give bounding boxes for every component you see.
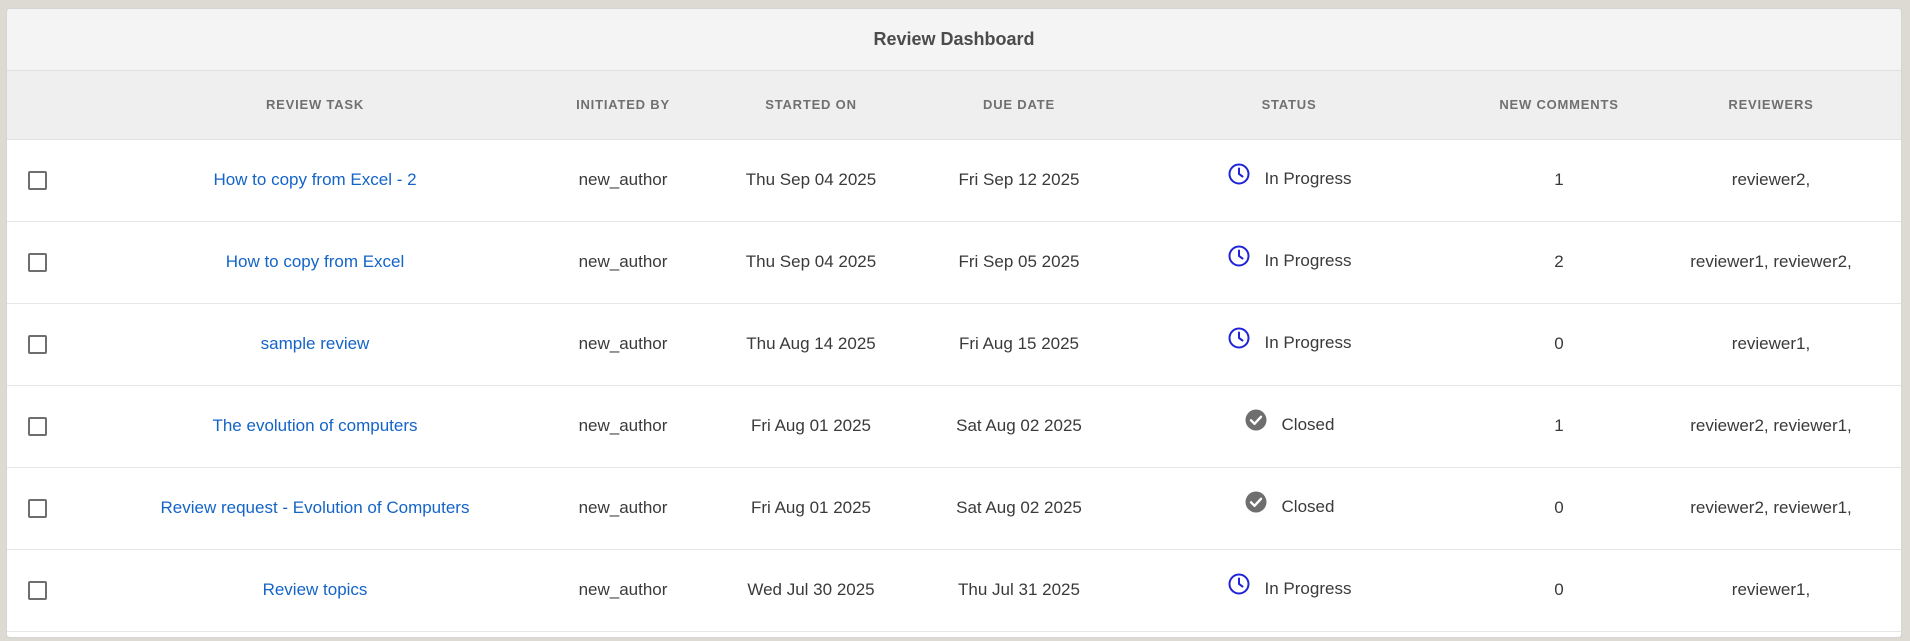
review-table: REVIEW TASK INITIATED BY STARTED ON DUE …	[7, 71, 1901, 632]
started-on-cell: Thu Aug 14 2025	[746, 334, 876, 353]
dashboard-title: Review Dashboard	[873, 29, 1035, 49]
status-indicator: Closed	[1244, 409, 1335, 435]
row-checkbox[interactable]	[28, 581, 47, 600]
due-date-cell: Thu Jul 31 2025	[958, 580, 1080, 599]
row-checkbox[interactable]	[28, 253, 47, 272]
status-indicator: In Progress	[1227, 245, 1352, 271]
review-task-link[interactable]: The evolution of computers	[212, 416, 417, 435]
new-comments-cell: 0	[1554, 580, 1564, 599]
table-row[interactable]: Review topics new_author Wed Jul 30 2025 Th…	[7, 549, 1901, 631]
checkmark-circle-icon	[1244, 490, 1268, 514]
due-date-cell: Fri Sep 12 2025	[958, 170, 1080, 189]
started-on-cell: Wed Jul 30 2025	[747, 580, 875, 599]
clock-icon	[1227, 162, 1251, 186]
review-task-cell: How to copy from Excel - 2	[67, 139, 563, 221]
due-date-cell: Fri Aug 15 2025	[958, 334, 1080, 353]
status-label: Closed	[1281, 497, 1335, 516]
status-label: In Progress	[1264, 169, 1352, 188]
review-task-cell: Review topics	[67, 549, 563, 631]
status-cell: Closed	[1099, 385, 1479, 467]
new-comments-cell: 1	[1554, 170, 1564, 189]
status-label: Closed	[1281, 415, 1335, 434]
new-comments-cell: 0	[1554, 334, 1564, 353]
status-indicator: Closed	[1244, 491, 1335, 517]
status-indicator: In Progress	[1227, 573, 1352, 599]
initiated-by-cell: new_author	[578, 580, 668, 599]
initiated-by-cell: new_author	[578, 334, 668, 353]
status-cell: In Progress	[1099, 221, 1479, 303]
review-task-link[interactable]: Review topics	[263, 580, 368, 599]
checkmark-circle-icon	[1244, 408, 1268, 432]
table-row[interactable]: How to copy from Excel new_author Thu Sep …	[7, 221, 1901, 303]
table-row[interactable]: Review request - Evolution of Computers n…	[7, 467, 1901, 549]
due-date-cell: Fri Sep 05 2025	[958, 252, 1080, 271]
review-task-link[interactable]: How to copy from Excel - 2	[213, 170, 416, 189]
header-reviewers[interactable]: REVIEWERS	[1639, 71, 1901, 140]
reviewers-cell: reviewer2,	[1731, 170, 1811, 189]
reviewers-cell: reviewer1, reviewer2,	[1690, 252, 1852, 271]
clock-icon	[1227, 244, 1251, 268]
initiated-by-cell: new_author	[578, 498, 668, 517]
status-label: In Progress	[1264, 579, 1352, 598]
started-on-cell: Thu Sep 04 2025	[745, 170, 877, 189]
started-on-cell: Fri Aug 01 2025	[750, 498, 872, 517]
row-select-cell	[7, 549, 67, 631]
review-task-link[interactable]: How to copy from Excel	[226, 252, 405, 271]
header-initiated-by[interactable]: INITIATED BY	[563, 71, 683, 140]
table-row[interactable]: The evolution of computers new_author Fri …	[7, 385, 1901, 467]
table-header-row: REVIEW TASK INITIATED BY STARTED ON DUE …	[7, 71, 1901, 140]
review-dashboard-panel: Review Dashboard REVIEW TASK INITIATED B…	[6, 8, 1902, 638]
table-row[interactable]: sample review new_author Thu Aug 14 2025 Fr…	[7, 303, 1901, 385]
status-cell: In Progress	[1099, 139, 1479, 221]
row-checkbox[interactable]	[28, 417, 47, 436]
review-task-cell: Review request - Evolution of Computers	[67, 467, 563, 549]
row-select-cell	[7, 467, 67, 549]
due-date-cell: Sat Aug 02 2025	[956, 416, 1082, 435]
table-body: How to copy from Excel - 2 new_author Thu …	[7, 139, 1901, 631]
header-due-date[interactable]: DUE DATE	[939, 71, 1099, 140]
row-select-cell	[7, 385, 67, 467]
initiated-by-cell: new_author	[578, 416, 668, 435]
due-date-cell: Sat Aug 02 2025	[956, 498, 1082, 517]
header-started-on[interactable]: STARTED ON	[683, 71, 939, 140]
status-indicator: In Progress	[1227, 163, 1352, 189]
header-new-comments[interactable]: NEW COMMENTS	[1479, 71, 1639, 140]
started-on-cell: Thu Sep 04 2025	[745, 252, 877, 271]
initiated-by-cell: new_author	[578, 170, 668, 189]
row-select-cell	[7, 221, 67, 303]
status-cell: In Progress	[1099, 549, 1479, 631]
new-comments-cell: 1	[1554, 416, 1564, 435]
row-checkbox[interactable]	[28, 499, 47, 518]
header-review-task[interactable]: REVIEW TASK	[67, 71, 563, 140]
status-cell: In Progress	[1099, 303, 1479, 385]
status-indicator: In Progress	[1227, 327, 1352, 353]
row-checkbox[interactable]	[28, 171, 47, 190]
initiated-by-cell: new_author	[578, 252, 668, 271]
review-task-cell: The evolution of computers	[67, 385, 563, 467]
started-on-cell: Fri Aug 01 2025	[750, 416, 872, 435]
reviewers-cell: reviewer2, reviewer1,	[1690, 416, 1852, 435]
row-checkbox[interactable]	[28, 335, 47, 354]
status-label: In Progress	[1264, 251, 1352, 270]
row-select-cell	[7, 303, 67, 385]
reviewers-cell: reviewer1,	[1731, 580, 1811, 599]
header-status[interactable]: STATUS	[1099, 71, 1479, 140]
new-comments-cell: 2	[1554, 252, 1564, 271]
new-comments-cell: 0	[1554, 498, 1564, 517]
status-cell: Closed	[1099, 467, 1479, 549]
clock-icon	[1227, 572, 1251, 596]
review-task-cell: sample review	[67, 303, 563, 385]
review-task-link[interactable]: sample review	[261, 334, 370, 353]
header-select	[7, 71, 67, 140]
status-label: In Progress	[1264, 333, 1352, 352]
clock-icon	[1227, 326, 1251, 350]
review-task-cell: How to copy from Excel	[67, 221, 563, 303]
review-task-link[interactable]: Review request - Evolution of Computers	[161, 498, 470, 517]
reviewers-cell: reviewer2, reviewer1,	[1690, 498, 1852, 517]
table-row[interactable]: How to copy from Excel - 2 new_author Thu …	[7, 139, 1901, 221]
row-select-cell	[7, 139, 67, 221]
dashboard-header: Review Dashboard	[7, 9, 1901, 71]
reviewers-cell: reviewer1,	[1731, 334, 1811, 353]
